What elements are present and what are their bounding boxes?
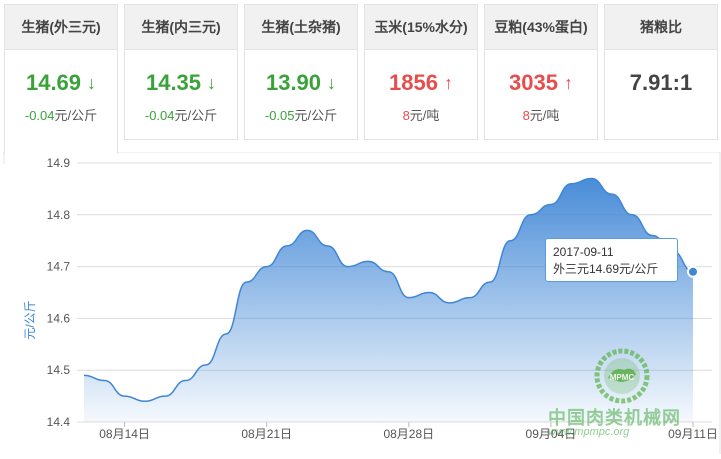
x-tick-label: 08月21日 [241, 427, 292, 441]
card-title: 玉米(15%水分) [365, 5, 477, 50]
arrow-up-icon: ↑ [443, 73, 453, 93]
watermark-logo-text: MPMC [610, 373, 635, 382]
card-pig-grain-ratio[interactable]: 猪粮比 7.91:1 [604, 4, 718, 140]
arrow-down-icon: ↓ [327, 73, 337, 93]
y-axis-label: 元/公斤 [23, 300, 37, 339]
card-change: 8元/吨 [402, 108, 440, 123]
card-value: 13.90 ↓ [265, 70, 337, 95]
card-value: 3035 ↑ [509, 70, 573, 95]
y-tick-label: 14.7 [47, 260, 71, 274]
arrow-down-icon: ↓ [87, 73, 97, 93]
card-corn[interactable]: 玉米(15%水分) 1856 ↑ 8元/吨 [364, 4, 478, 140]
tooltip-text: 外三元14.69元/公斤 [553, 262, 659, 276]
y-tick-label: 14.8 [47, 208, 71, 222]
card-value: 7.91:1 [629, 70, 693, 95]
card-pig-tuza[interactable]: 生猪(土杂猪) 13.90 ↓ -0.05元/公斤 [244, 4, 358, 140]
card-pig-waisanyuan[interactable]: 生猪(外三元) 14.69 ↓ -0.04元/公斤 [4, 4, 118, 154]
y-tick-label: 14.4 [47, 415, 71, 429]
card-title: 生猪(内三元) [125, 5, 237, 50]
arrow-down-icon: ↓ [207, 73, 217, 93]
card-pig-neisanyuan[interactable]: 生猪(内三元) 14.35 ↓ -0.04元/公斤 [124, 4, 238, 140]
card-title: 豆粕(43%蛋白) [485, 5, 597, 50]
card-change: -0.05元/公斤 [264, 108, 338, 123]
arrow-up-icon: ↑ [563, 73, 573, 93]
y-tick-label: 14.9 [47, 156, 71, 170]
card-title: 生猪(外三元) [5, 5, 117, 50]
x-tick-label: 08月28日 [383, 427, 434, 441]
card-change: -0.04元/公斤 [144, 108, 218, 123]
card-change: -0.04元/公斤 [24, 108, 98, 123]
card-title: 猪粮比 [605, 5, 717, 50]
card-value: 14.69 ↓ [25, 70, 97, 95]
watermark-url: www.mpmpc.org [548, 426, 630, 438]
chart-tooltip: 2017-09-11 外三元14.69元/公斤 [545, 238, 678, 282]
watermark-logo-icon: MPMC [594, 348, 650, 404]
hover-point[interactable] [687, 265, 699, 278]
card-value: 14.35 ↓ [145, 70, 217, 95]
card-soymeal[interactable]: 豆粕(43%蛋白) 3035 ↑ 8元/吨 [484, 4, 598, 140]
y-tick-label: 14.6 [47, 311, 71, 325]
price-cards: 生猪(外三元) 14.69 ↓ -0.04元/公斤 生猪(内三元) 14.35 ↓ … [0, 0, 721, 154]
x-tick-label: 08月14日 [99, 427, 150, 441]
y-tick-label: 14.5 [47, 363, 71, 377]
card-title: 生猪(土杂猪) [245, 5, 357, 50]
card-change: 8元/吨 [522, 108, 560, 123]
card-value: 1856 ↑ [389, 70, 453, 95]
watermark: 中国肉类机械网 www.mpmpc.org [548, 400, 720, 450]
tooltip-date: 2017-09-11 [553, 245, 614, 259]
